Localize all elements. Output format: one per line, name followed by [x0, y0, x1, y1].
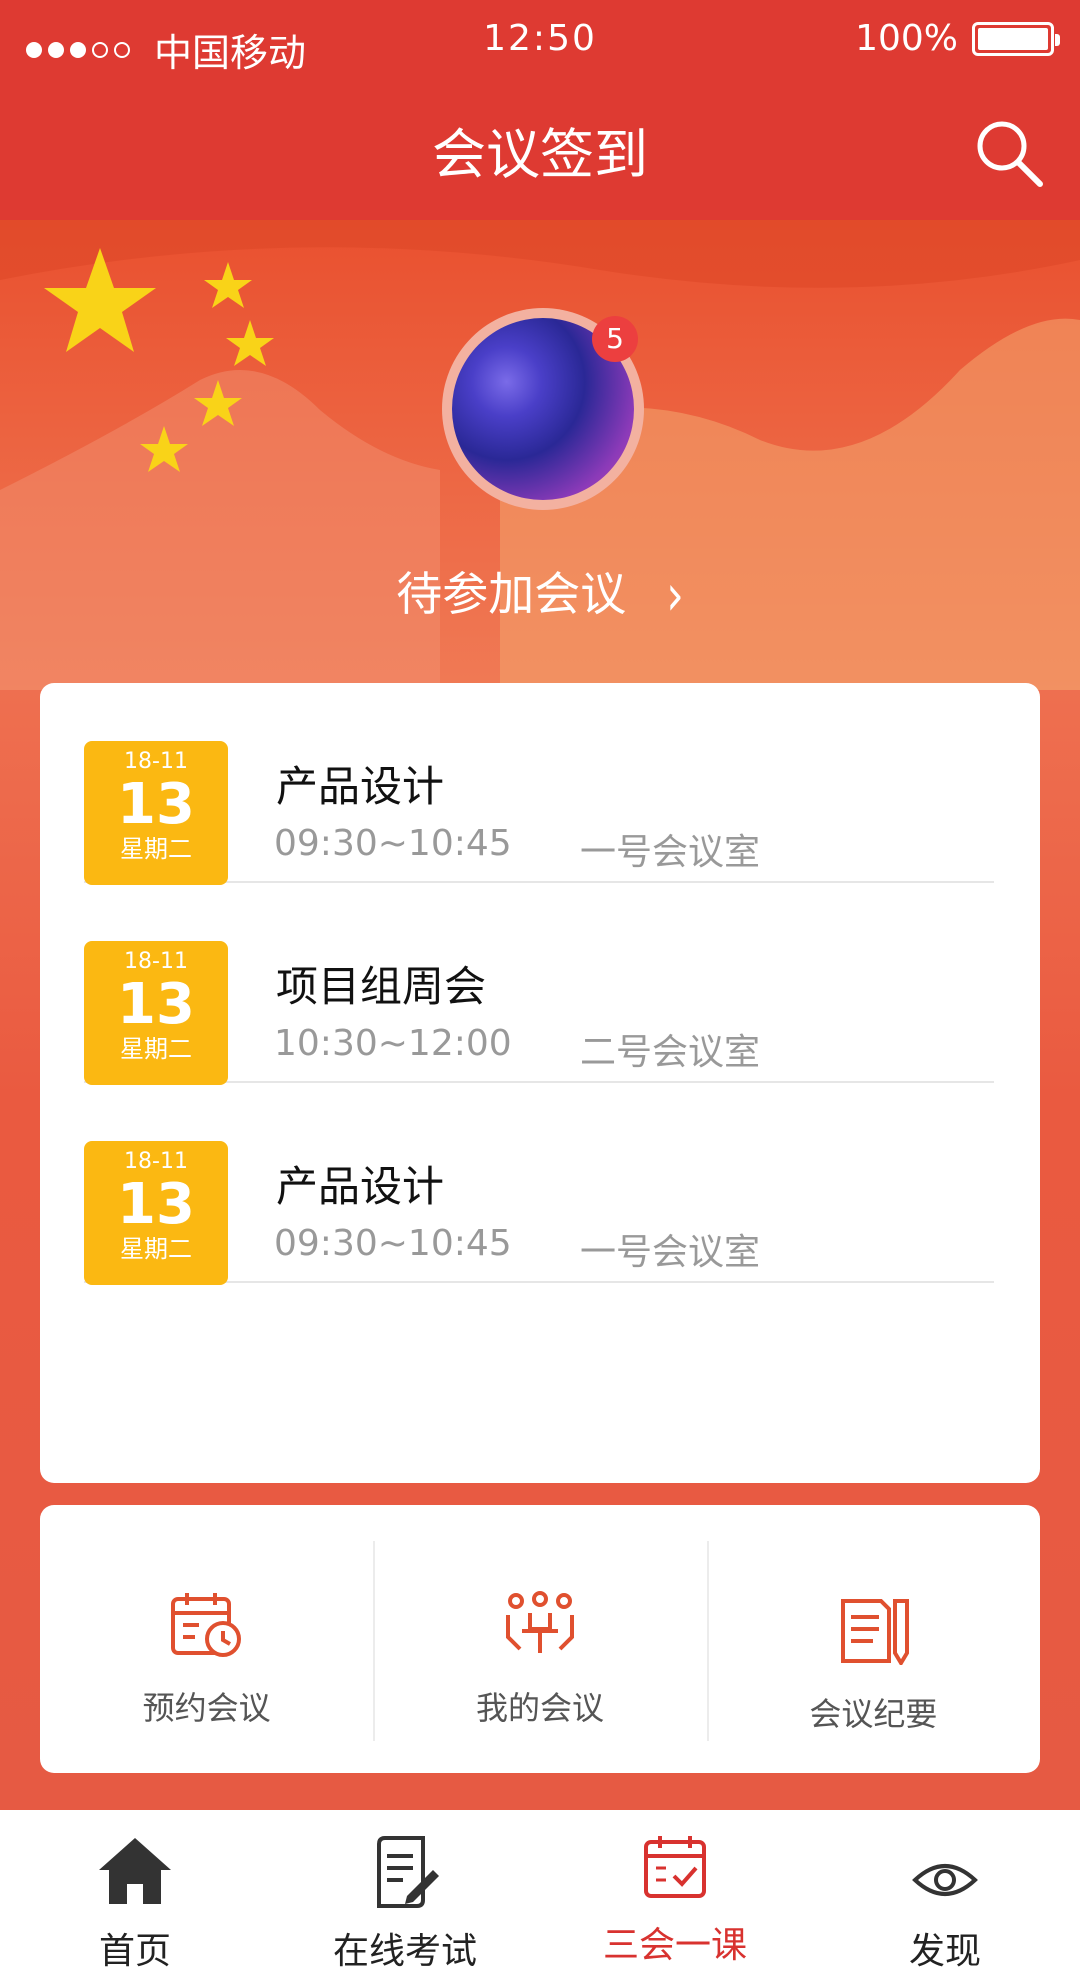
nav-bar: 会议签到 — [0, 80, 1080, 220]
home-icon — [99, 1838, 171, 1904]
tab-three-meetings[interactable]: 三会一课 — [540, 1810, 810, 1982]
notes-pencil-icon — [841, 1599, 910, 1665]
battery-icon — [972, 21, 1060, 56]
battery-percent: 100% — [855, 18, 958, 59]
notification-badge: 5 — [592, 316, 638, 362]
tab-label: 在线考试 — [332, 1931, 477, 1972]
tab-bar: 首页 在线考试 三会一课 发现 — [0, 1810, 1080, 1982]
meeting-list: 18-11 13 星期二 产品设计 09:30~10:45 一号会议室 18-1… — [40, 683, 1040, 1483]
meeting-name: 产品设计 — [276, 762, 445, 811]
page-title: 会议签到 — [432, 123, 648, 186]
tab-home[interactable]: 首页 — [0, 1810, 270, 1982]
tab-label: 发现 — [908, 1931, 981, 1972]
action-label: 预约会议 — [142, 1689, 271, 1727]
date-badge: 18-11 13 星期二 — [84, 1141, 228, 1285]
tab-exam[interactable]: 在线考试 — [270, 1810, 540, 1982]
book-meeting-button[interactable]: 预约会议 — [40, 1505, 373, 1773]
meeting-name: 产品设计 — [276, 1162, 445, 1211]
tab-label: 首页 — [98, 1931, 171, 1972]
date-day: 13 — [117, 772, 195, 837]
meeting-room: 一号会议室 — [580, 832, 761, 873]
status-bar: 中国移动 12:50 100% — [0, 0, 1080, 80]
star-decoration — [44, 248, 274, 472]
calendar-clock-icon — [170, 1593, 241, 1657]
chevron-right-icon: › — [666, 562, 684, 629]
eye-icon — [912, 1864, 978, 1896]
meeting-minutes-button[interactable]: 会议纪要 — [706, 1505, 1040, 1773]
search-icon[interactable] — [972, 116, 1046, 190]
pending-meetings-link[interactable]: 待参加会议 › — [0, 558, 1080, 628]
date-badge: 18-11 13 星期二 — [84, 941, 228, 1085]
calendar-check-icon — [644, 1836, 706, 1898]
meeting-name: 项目组周会 — [276, 962, 487, 1011]
list-item[interactable]: 18-11 13 星期二 产品设计 09:30~10:45 一号会议室 — [84, 1083, 994, 1285]
list-item[interactable]: 18-11 13 星期二 项目组周会 10:30~12:00 二号会议室 — [84, 883, 994, 1085]
my-meetings-button[interactable]: 我的会议 — [373, 1505, 706, 1773]
date-badge: 18-11 13 星期二 — [84, 741, 228, 885]
date-day: 13 — [117, 1172, 195, 1237]
meeting-time: 09:30~10:45 — [274, 1223, 512, 1264]
pending-meetings-label: 待参加会议 — [396, 567, 627, 621]
action-label: 我的会议 — [475, 1689, 604, 1727]
people-meeting-icon — [505, 1591, 574, 1653]
meeting-time: 10:30~12:00 — [274, 1023, 512, 1064]
battery-indicator: 100% — [855, 18, 1060, 59]
date-weekday: 星期二 — [120, 1235, 192, 1263]
meeting-time: 09:30~10:45 — [274, 823, 512, 864]
hero-banner: 5 待参加会议 › — [0, 220, 1080, 690]
tab-discover[interactable]: 发现 — [810, 1810, 1080, 1982]
list-item[interactable]: 18-11 13 星期二 产品设计 09:30~10:45 一号会议室 — [84, 683, 994, 885]
tab-label: 三会一课 — [602, 1925, 747, 1966]
date-weekday: 星期二 — [120, 835, 192, 863]
meeting-room: 二号会议室 — [580, 1032, 761, 1073]
exam-icon — [377, 1836, 439, 1908]
date-day: 13 — [117, 972, 195, 1037]
meeting-room: 一号会议室 — [580, 1232, 761, 1273]
quick-actions: 预约会议 我的会议 会议纪要 — [40, 1505, 1040, 1773]
date-weekday: 星期二 — [120, 1035, 192, 1063]
action-label: 会议纪要 — [809, 1695, 938, 1733]
